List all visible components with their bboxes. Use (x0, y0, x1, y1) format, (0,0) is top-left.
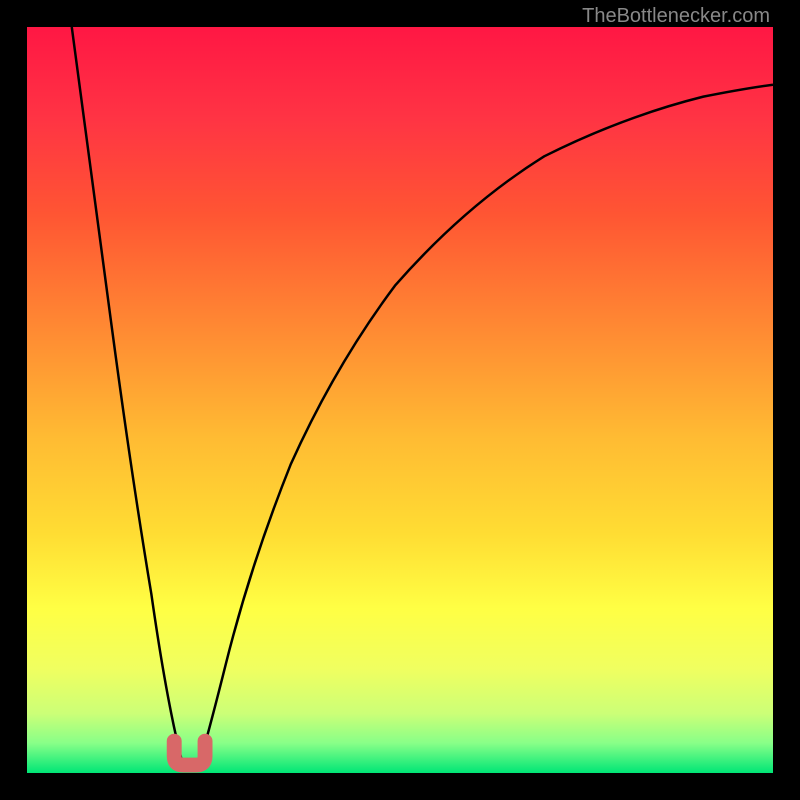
minimum-marker (174, 741, 205, 765)
bottleneck-curve (27, 27, 773, 773)
chart-container: TheBottlenecker.com (0, 0, 800, 800)
curve-right-branch (201, 85, 773, 758)
attribution-text: TheBottlenecker.com (582, 5, 770, 28)
chart-plot-area (25, 25, 775, 775)
curve-left-branch (72, 27, 181, 758)
